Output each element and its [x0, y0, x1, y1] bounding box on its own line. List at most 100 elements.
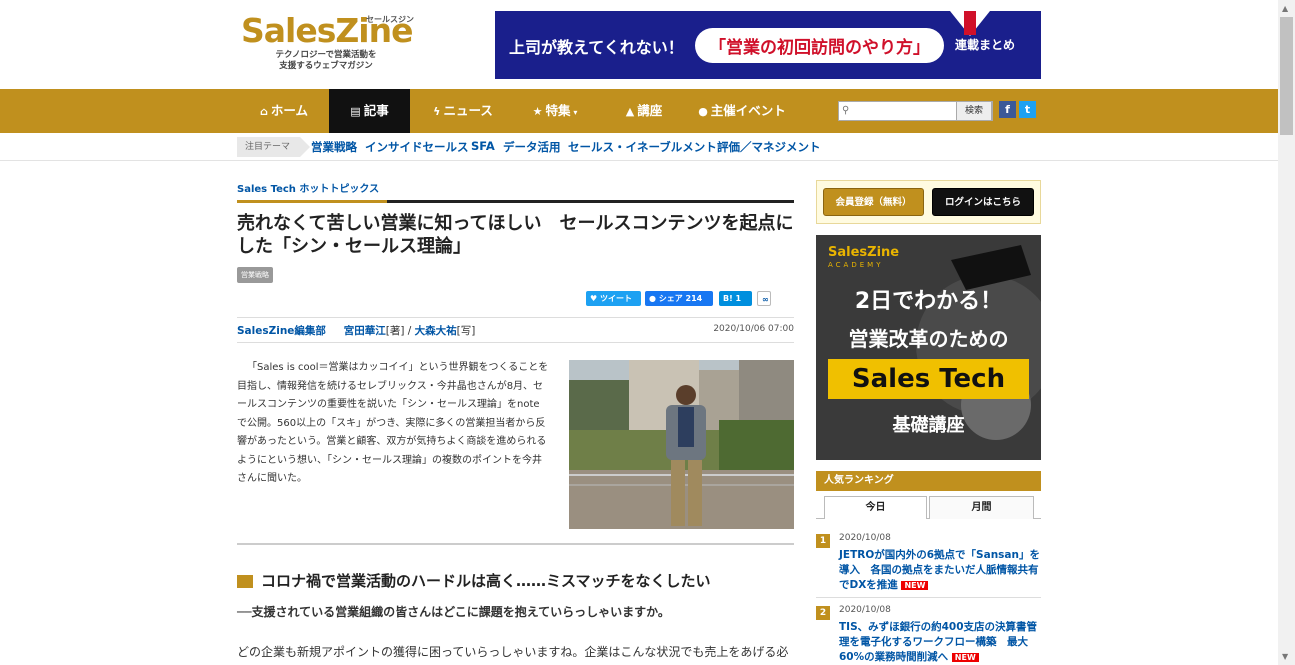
rank-title-link[interactable]: TIS、みずほ銀行の約400支店の決算書管理を電子化するワークフロー構築 最大6… — [839, 620, 1041, 665]
search-input[interactable] — [853, 102, 957, 120]
search-box: ⚲ 検索 — [838, 101, 993, 121]
banner-text-1: 上司が教えてくれない！ — [509, 38, 684, 57]
divider — [237, 317, 794, 318]
ad-logo: SalesZine — [828, 245, 900, 260]
nav-item-label: ニュース — [443, 103, 493, 118]
nav-item-news[interactable]: ϟ ニュース — [420, 89, 506, 133]
ad-line-4: 基礎講座 — [892, 415, 965, 436]
scroll-up-arrow-icon[interactable]: ▲ — [1282, 4, 1288, 13]
link-icon[interactable]: ∞ — [757, 291, 771, 306]
ad-line-1: 2日でわかる！ — [854, 289, 1003, 314]
logo-tagline-1: テクノロジーで営業活動を — [275, 50, 377, 60]
nav-item-label: 記事 — [363, 103, 389, 118]
theme-link[interactable]: セールス・イネーブルメント — [568, 139, 717, 155]
theme-label: 注目テーマ — [237, 137, 311, 157]
login-button[interactable]: ログインはこちら — [932, 188, 1034, 216]
photographer-role: [写] — [456, 325, 476, 337]
article-tag[interactable]: 営業戦略 — [237, 267, 273, 283]
theme-link[interactable]: インサイドセールス — [365, 139, 469, 155]
home-icon: ⌂ — [259, 105, 268, 118]
section-heading: コロナ禍で営業活動のハードルは高く……ミスマッチをなくしたい — [237, 570, 711, 591]
new-badge: NEW — [951, 653, 979, 662]
scroll-down-arrow-icon[interactable]: ▼ — [1282, 652, 1288, 661]
microphone-icon: ● — [698, 105, 708, 118]
nav-item-home[interactable]: ⌂ ホーム — [245, 89, 323, 133]
main-nav: ⌂ ホーム ▤ 記事 ϟ ニュース ★ 特集 ▾ ▲ 講座 ● 主催イベント ⚲ 検索 f … — [0, 89, 1278, 133]
logo-kana: セールスジン — [366, 15, 414, 24]
ad-line-3: Sales Tech — [828, 359, 1029, 399]
rank-number: 1 — [816, 534, 830, 548]
star-icon: ★ — [532, 105, 543, 118]
article-title: 売れなくて苦しい営業に知ってほしい セールスコンテンツを起点にした「シン・セール… — [237, 213, 794, 257]
new-badge: NEW — [901, 581, 929, 590]
theme-link[interactable]: データ活用 — [503, 139, 561, 155]
search-button[interactable]: 検索 — [956, 101, 992, 121]
byline-separator: / — [404, 325, 415, 337]
photo-illustration — [569, 360, 794, 529]
facebook-icon: ● — [649, 294, 659, 303]
writer-role: [著] — [385, 325, 405, 337]
bolt-icon: ϟ — [433, 105, 441, 118]
author-link[interactable]: SalesZine編集部 — [237, 325, 326, 337]
divider — [237, 543, 794, 545]
site-logo[interactable]: セールスジン SalesZine テクノロジーで営業活動を 支援するウェブマガジ… — [241, 12, 416, 76]
nav-item-label: 特集 — [545, 103, 571, 118]
ranking-header: 人気ランキング — [816, 471, 1041, 491]
ad-logo-sub: ACADEMY — [828, 261, 884, 269]
theme-link[interactable]: 営業戦略 — [311, 139, 357, 155]
rank-title-link[interactable]: JETROが国内外の6拠点で「Sansan」を導入 各国の拠点をまたいだ人脈情報… — [839, 548, 1041, 593]
speech-bubble-icon — [237, 575, 253, 588]
ranking-tabs: 今日 月間 — [816, 491, 1041, 519]
facebook-icon[interactable]: f — [999, 101, 1016, 118]
photographer-link[interactable]: 大森大祐 — [415, 325, 457, 337]
header-ad-banner[interactable]: 上司が教えてくれない！ 「営業の初回訪問のやり方」 連載まとめ — [495, 11, 1041, 79]
hatena-bookmark-button[interactable]: B! 1 — [719, 291, 752, 306]
article-photo — [569, 360, 794, 529]
facebook-share-button[interactable]: ● シェア 214 — [645, 291, 713, 306]
nav-item-label: 主催イベント — [710, 103, 786, 118]
facebook-share-label: シェア 214 — [658, 294, 703, 303]
chevron-down-icon: ▾ — [570, 108, 578, 117]
nav-item-articles[interactable]: ▤ 記事 — [329, 89, 410, 133]
nav-item-events[interactable]: ● 主催イベント — [697, 89, 787, 133]
tweet-button[interactable]: ♥ ツイート — [586, 291, 641, 306]
page-scrollbar[interactable]: ▲ ▼ — [1278, 0, 1295, 665]
sidebar-ad-banner[interactable]: SalesZine ACADEMY 2日でわかる！ 営業改革のための Sales… — [816, 235, 1041, 460]
divider — [816, 597, 1041, 598]
scrollbar-thumb[interactable] — [1280, 17, 1293, 135]
banner-text-3: 連載まとめ — [955, 38, 1016, 52]
member-box: 会員登録（無料） ログインはこちら — [816, 180, 1041, 224]
search-icon: ⚲ — [842, 105, 850, 116]
nav-item-courses[interactable]: ▲ 講座 — [613, 89, 675, 133]
site-header: セールスジン SalesZine テクノロジーで営業活動を 支援するウェブマガジ… — [0, 0, 1278, 89]
banner-text-2: 「営業の初回訪問のやり方」 — [695, 28, 944, 63]
nav-item-label: ホーム — [270, 103, 308, 118]
byline: SalesZine編集部 宮田華江[著] / 大森大祐[写] — [237, 323, 475, 338]
section-label[interactable]: Sales Tech ホットトピックス — [237, 180, 379, 195]
twitter-icon: ♥ — [590, 294, 600, 303]
tweet-label: ツイート — [599, 294, 632, 303]
tab-monthly[interactable]: 月間 — [929, 496, 1034, 519]
writer-link[interactable]: 宮田華江 — [344, 325, 386, 337]
rank-number: 2 — [816, 606, 830, 620]
register-button[interactable]: 会員登録（無料） — [823, 188, 924, 216]
theme-link[interactable]: 評価／マネジメント — [717, 139, 821, 155]
rank-date: 2020/10/08 — [839, 605, 891, 615]
interview-question: ──支援されている営業組織の皆さんはどこに課題を抱えていらっしゃいますか。 — [237, 605, 670, 619]
twitter-icon[interactable]: t — [1019, 101, 1036, 118]
article-lead: 「Sales is cool＝営業はカッコイイ」という世界観をつくることを目指し… — [237, 362, 549, 484]
rank-title-text: TIS、みずほ銀行の約400支店の決算書管理を電子化するワークフロー構築 最大6… — [839, 621, 1038, 663]
publish-date: 2020/10/06 07:00 — [713, 324, 794, 334]
tab-today[interactable]: 今日 — [824, 496, 927, 519]
document-icon: ▤ — [350, 105, 361, 118]
ad-line-2: 営業改革のための — [848, 327, 1009, 351]
rank-date: 2020/10/08 — [839, 533, 891, 543]
rank-title-text: JETROが国内外の6拠点で「Sansan」を導入 各国の拠点をまたいだ人脈情報… — [839, 549, 1040, 591]
theme-bar: 注目テーマ 営業戦略 インサイドセールス SFA データ活用 セールス・イネーブ… — [0, 133, 1278, 161]
nav-item-features[interactable]: ★ 特集 ▾ — [520, 89, 590, 133]
nav-item-label: 講座 — [637, 103, 663, 118]
divider — [237, 342, 794, 343]
graduation-cap-icon: ▲ — [625, 105, 635, 118]
theme-link[interactable]: SFA — [471, 139, 495, 153]
section-heading-text: コロナ禍で営業活動のハードルは高く……ミスマッチをなくしたい — [261, 572, 711, 590]
